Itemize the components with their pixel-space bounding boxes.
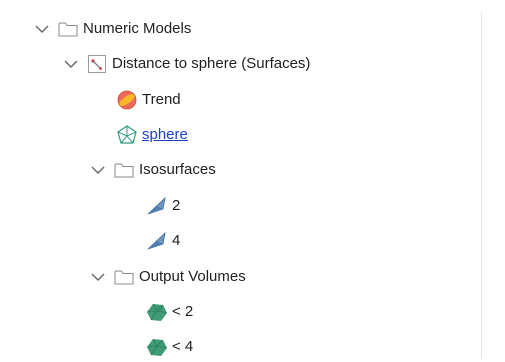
folder-icon [57,18,79,40]
sphere-link[interactable]: sphere [142,120,188,150]
tree-node-label: 4 [172,232,181,249]
trend-icon [116,89,138,111]
chevron-down-icon[interactable] [89,161,107,179]
tree-node-label: Output Volumes [139,268,246,285]
tree-node-isosurfaces[interactable]: Isosurfaces [89,155,216,185]
folder-icon [113,159,135,181]
chevron-down-icon[interactable] [33,20,51,38]
volume-icon [146,336,168,358]
tree-node-label: Trend [142,91,181,108]
tree-node-label: Isosurfaces [139,161,216,178]
tree-node-label: Distance to sphere (Surfaces) [112,55,311,72]
tree-node-distance-model[interactable]: Distance to sphere (Surfaces) [62,49,310,79]
tree-node-trend[interactable]: Trend [116,85,181,115]
tree-node-output-volumes[interactable]: Output Volumes [89,262,246,292]
chevron-down-icon[interactable] [89,268,107,286]
tree-node-label: < 2 [172,303,194,320]
project-tree-panel: Numeric Models Distance to sphere (Surfa… [0,0,505,358]
volume-icon [146,301,168,323]
isosurface-icon [146,230,168,252]
scroll-track[interactable] [481,12,482,358]
tree-node-isosurface-4[interactable]: 4 [146,226,180,256]
isosurface-icon [146,195,168,217]
tree-node-volume-lt-2[interactable]: < 2 [146,297,193,327]
tree-node-numeric-models[interactable]: Numeric Models [33,14,191,44]
mesh-icon [116,124,138,146]
distance-model-icon [86,53,108,75]
folder-icon [113,266,135,288]
tree-node-label: 2 [172,197,181,214]
tree-node-label: Numeric Models [83,20,192,37]
chevron-down-icon[interactable] [62,55,80,73]
tree-node-sphere[interactable]: sphere [116,120,188,150]
tree-node-isosurface-2[interactable]: 2 [146,191,180,221]
